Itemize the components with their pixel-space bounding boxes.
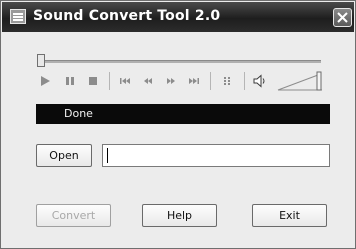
help-button[interactable]: Help [142, 204, 217, 227]
toolbar-separator [210, 72, 211, 90]
skip-end-button[interactable] [187, 74, 201, 88]
rewind-icon [144, 78, 152, 84]
skip-start-button[interactable] [118, 74, 132, 88]
skip-start-icon [120, 78, 130, 84]
rewind-button[interactable] [141, 74, 155, 88]
seek-slider-thumb[interactable] [37, 54, 45, 67]
volume-slider[interactable] [276, 70, 326, 92]
status-display: Done [36, 104, 330, 124]
toolbar-separator [109, 72, 110, 90]
stop-icon [89, 77, 97, 85]
convert-button[interactable]: Convert [36, 204, 111, 227]
status-text: Done [64, 107, 93, 120]
close-button[interactable] [333, 8, 352, 27]
close-icon [337, 12, 348, 23]
playlist-icon [224, 77, 230, 85]
fast-forward-icon [167, 78, 175, 84]
toolbar-separator [244, 72, 245, 90]
window-title: Sound Convert Tool 2.0 [33, 8, 221, 24]
open-button[interactable]: Open [36, 144, 92, 167]
fast-forward-button[interactable] [164, 74, 178, 88]
mute-button[interactable] [252, 74, 266, 88]
text-caret [107, 148, 108, 163]
pause-button[interactable] [63, 74, 77, 88]
title-bar[interactable]: Sound Convert Tool 2.0 [2, 2, 354, 32]
pause-icon [66, 77, 74, 85]
app-window: Sound Convert Tool 2.0 Done Open Convert… [0, 0, 356, 249]
file-path-input[interactable] [102, 144, 330, 167]
seek-slider[interactable] [39, 60, 321, 63]
app-icon [10, 9, 26, 24]
playlist-button[interactable] [221, 74, 235, 88]
play-button[interactable] [38, 74, 52, 88]
speaker-icon [253, 74, 265, 88]
play-icon [41, 76, 50, 86]
exit-button[interactable]: Exit [252, 204, 327, 227]
skip-end-icon [189, 78, 199, 84]
stop-button[interactable] [86, 74, 100, 88]
